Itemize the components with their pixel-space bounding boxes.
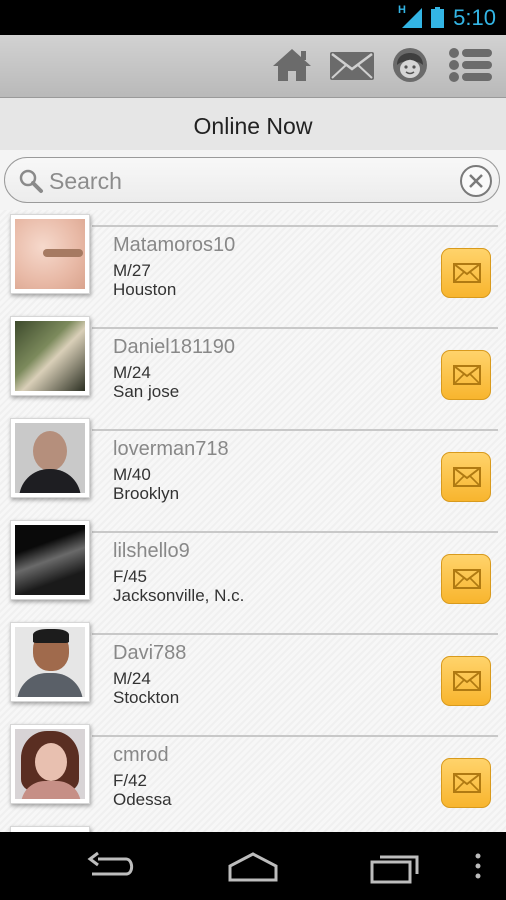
- location: Odessa: [113, 790, 172, 809]
- overflow-menu-icon[interactable]: [472, 850, 484, 884]
- search-icon: [19, 169, 43, 193]
- battery-icon: [431, 7, 444, 28]
- profile-button[interactable]: [389, 45, 433, 85]
- messages-button[interactable]: [328, 45, 376, 85]
- system-nav-bar: [0, 832, 506, 900]
- envelope-icon: [453, 569, 481, 589]
- location: Stockton: [113, 688, 180, 707]
- recent-apps-icon[interactable]: [368, 850, 422, 884]
- avatar[interactable]: [10, 214, 90, 294]
- gender-age: M/24: [113, 363, 151, 382]
- gender-age: M/27: [113, 261, 151, 280]
- send-message-button[interactable]: [441, 350, 491, 400]
- back-icon[interactable]: [86, 850, 138, 884]
- list-item[interactable]: lilshello9 F/45 Jacksonville, N.c.: [0, 516, 506, 618]
- status-bar: H 5:10: [0, 0, 506, 35]
- send-message-button[interactable]: [441, 554, 491, 604]
- divider: [92, 531, 498, 533]
- username[interactable]: Matamoros10: [113, 234, 235, 257]
- envelope-icon: [453, 263, 481, 283]
- menu-list-icon: [449, 48, 492, 82]
- username[interactable]: cmrod: [113, 744, 169, 767]
- list-item[interactable]: [0, 822, 506, 832]
- list-item[interactable]: Daniel181190 M/24 San jose: [0, 312, 506, 414]
- gender-age: F/45: [113, 567, 148, 586]
- username[interactable]: loverman718: [113, 438, 229, 461]
- divider: [92, 225, 498, 227]
- home-icon: [273, 49, 311, 81]
- location: Jacksonville, N.c.: [113, 586, 245, 605]
- avatar[interactable]: [10, 724, 90, 804]
- envelope-icon: [453, 467, 481, 487]
- send-message-button[interactable]: [441, 452, 491, 502]
- send-message-button[interactable]: [441, 656, 491, 706]
- mail-icon: [330, 52, 374, 80]
- username[interactable]: Davi788: [113, 642, 186, 665]
- home-nav-icon[interactable]: [226, 850, 280, 884]
- avatar[interactable]: [10, 622, 90, 702]
- page-title: Online Now: [0, 98, 506, 150]
- list-item[interactable]: Davi788 M/24 Stockton: [0, 618, 506, 720]
- list-item[interactable]: loverman718 M/40 Brooklyn: [0, 414, 506, 516]
- send-message-button[interactable]: [441, 248, 491, 298]
- list-item[interactable]: Matamoros10 M/27 Houston: [0, 210, 506, 312]
- network-type: H: [398, 4, 406, 16]
- avatar[interactable]: [10, 316, 90, 396]
- online-users-list[interactable]: Matamoros10 M/27 Houston Daniel181190 M/…: [0, 210, 506, 832]
- divider: [92, 327, 498, 329]
- location: San jose: [113, 382, 180, 401]
- avatar[interactable]: [10, 418, 90, 498]
- username[interactable]: Daniel181190: [113, 336, 235, 359]
- list-item[interactable]: cmrod F/42 Odessa: [0, 720, 506, 822]
- avatar[interactable]: [10, 520, 90, 600]
- action-bar: [0, 35, 506, 98]
- search-bar: [4, 157, 500, 203]
- divider: [92, 735, 498, 737]
- divider: [92, 633, 498, 635]
- divider: [92, 429, 498, 431]
- home-button[interactable]: [270, 45, 314, 85]
- gender-age: M/40: [113, 465, 151, 484]
- search-input[interactable]: [47, 164, 451, 198]
- username[interactable]: lilshello9: [113, 540, 190, 563]
- location: Houston: [113, 280, 177, 299]
- envelope-icon: [453, 773, 481, 793]
- clock: 5:10: [453, 5, 496, 30]
- gender-age: F/42: [113, 771, 148, 790]
- envelope-icon: [453, 365, 481, 385]
- menu-button[interactable]: [447, 45, 493, 85]
- location: Brooklyn: [113, 484, 180, 503]
- clear-search-icon[interactable]: [459, 164, 493, 198]
- gender-age: M/24: [113, 669, 151, 688]
- profile-icon: [393, 48, 427, 82]
- envelope-icon: [453, 671, 481, 691]
- send-message-button[interactable]: [441, 758, 491, 808]
